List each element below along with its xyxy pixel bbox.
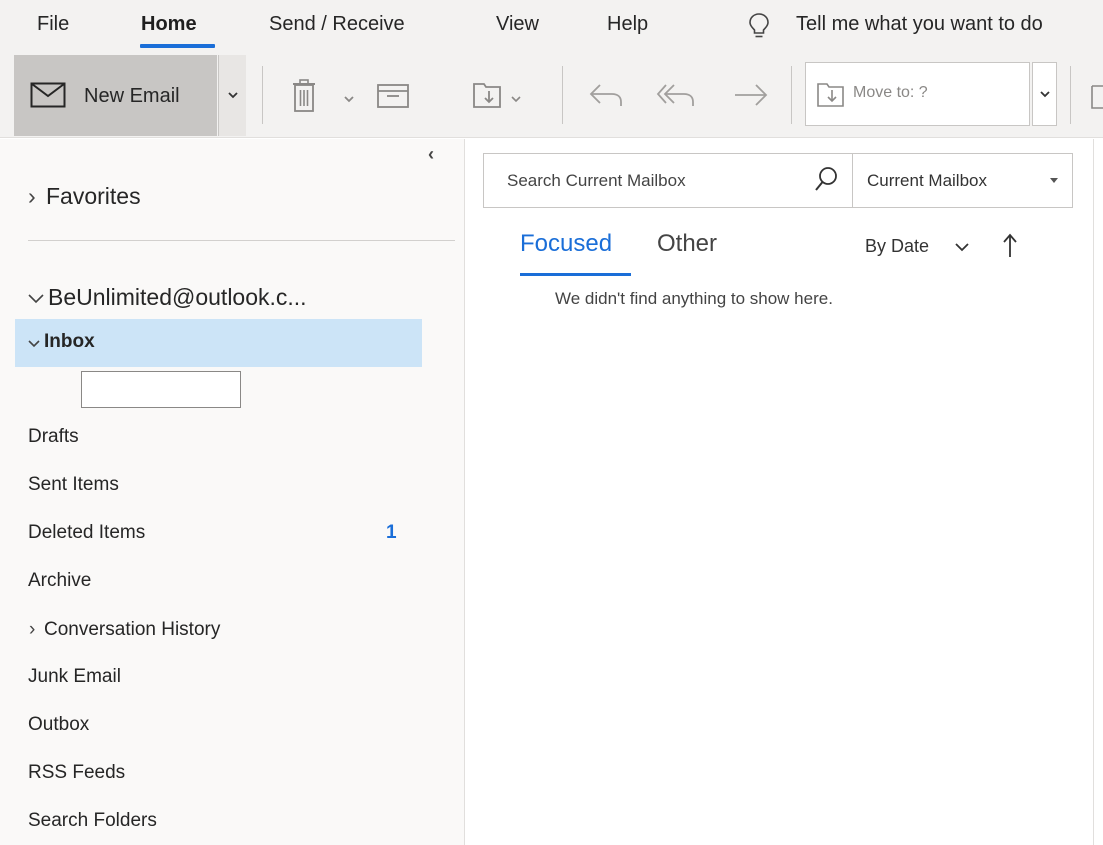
sort-by-button[interactable]: By Date [865, 236, 929, 257]
folder-drafts[interactable]: Drafts [28, 426, 79, 448]
ribbon-overflow-icon[interactable] [1090, 82, 1103, 110]
chevron-right-icon: › [29, 619, 36, 640]
chevron-down-icon [1040, 91, 1050, 98]
move-to-folder-icon[interactable] [472, 80, 504, 110]
chevron-down-icon[interactable] [955, 243, 969, 252]
reply-all-icon[interactable] [656, 82, 696, 108]
folder-search-folders[interactable]: Search Folders [28, 810, 157, 832]
favorites-header[interactable]: › Favorites [28, 183, 141, 210]
new-folder-name-input[interactable] [81, 371, 241, 408]
search-box [483, 153, 853, 208]
caret-down-icon [1050, 178, 1058, 183]
account-header[interactable]: BeUnlimited@outlook.c... [28, 284, 307, 311]
chevron-down-icon [228, 92, 238, 99]
new-email-dropdown[interactable] [218, 55, 246, 136]
trash-icon[interactable] [291, 79, 317, 113]
folder-deleted-items[interactable]: Deleted Items [28, 522, 145, 544]
folder-outbox[interactable]: Outbox [28, 714, 89, 736]
menu-bar: File Home Send / Receive View Help Tell … [0, 0, 1103, 52]
search-icon[interactable] [814, 166, 838, 192]
collapse-folder-pane-icon[interactable]: ‹ [428, 144, 434, 165]
conversation-history-label: Conversation History [44, 619, 221, 640]
folder-inbox[interactable]: Inbox [15, 319, 422, 367]
new-email-button[interactable]: New Email [14, 55, 217, 136]
inbox-label: Inbox [44, 331, 95, 352]
folder-pane: ‹ › Favorites BeUnlimited@outlook.c... In… [0, 139, 465, 845]
search-scope-label: Current Mailbox [867, 171, 987, 190]
folder-divider [28, 240, 455, 241]
favorites-label: Favorites [46, 183, 141, 209]
chevron-down-icon[interactable] [511, 96, 521, 103]
move-to-quickstep[interactable]: Move to: ? [805, 62, 1030, 126]
tab-focused[interactable]: Focused [520, 230, 612, 258]
message-list-pane: Current Mailbox Focused Other By Date We… [466, 139, 1094, 845]
search-input[interactable] [485, 155, 785, 206]
ribbon-separator [1070, 66, 1071, 124]
lightbulb-icon [749, 13, 769, 38]
sort-ascending-icon[interactable] [1003, 233, 1017, 259]
ribbon-separator [791, 66, 792, 124]
chevron-down-icon [28, 340, 40, 348]
empty-list-message: We didn't find anything to show here. [555, 289, 833, 308]
menu-home[interactable]: Home [141, 13, 197, 36]
ribbon-separator [262, 66, 263, 124]
forward-icon[interactable] [733, 83, 769, 107]
tab-active-underline [520, 273, 631, 276]
new-email-label: New Email [84, 85, 180, 107]
chevron-right-icon: › [28, 183, 36, 209]
reading-pane [1095, 139, 1103, 845]
folder-rss-feeds[interactable]: RSS Feeds [28, 762, 125, 784]
move-to-folder-icon [817, 83, 844, 107]
folder-junk-email[interactable]: Junk Email [28, 666, 121, 688]
tell-me-search[interactable]: Tell me what you want to do [796, 13, 1043, 36]
account-label: BeUnlimited@outlook.c... [48, 284, 307, 310]
ribbon-separator [562, 66, 563, 124]
menu-help[interactable]: Help [607, 13, 648, 36]
menu-file[interactable]: File [37, 13, 69, 36]
chevron-down-icon[interactable] [344, 96, 354, 103]
menu-send-receive[interactable]: Send / Receive [269, 13, 405, 36]
menu-view[interactable]: View [496, 13, 539, 36]
folder-archive[interactable]: Archive [28, 570, 91, 592]
folder-conversation-history[interactable]: › Conversation History [29, 619, 220, 641]
move-to-label: Move to: ? [853, 84, 928, 101]
search-scope-dropdown[interactable]: Current Mailbox [852, 153, 1073, 208]
folder-sent-items[interactable]: Sent Items [28, 474, 119, 496]
chevron-down-icon [28, 294, 44, 304]
tab-other[interactable]: Other [657, 230, 717, 258]
archive-icon[interactable] [376, 83, 410, 109]
reply-icon[interactable] [588, 82, 624, 108]
ribbon-toolbar: New Email Move to: ? [0, 52, 1103, 138]
unread-count-badge: 1 [386, 522, 397, 543]
envelope-icon [30, 82, 66, 108]
quicksteps-dropdown[interactable] [1032, 62, 1057, 126]
menu-active-underline [140, 44, 215, 48]
